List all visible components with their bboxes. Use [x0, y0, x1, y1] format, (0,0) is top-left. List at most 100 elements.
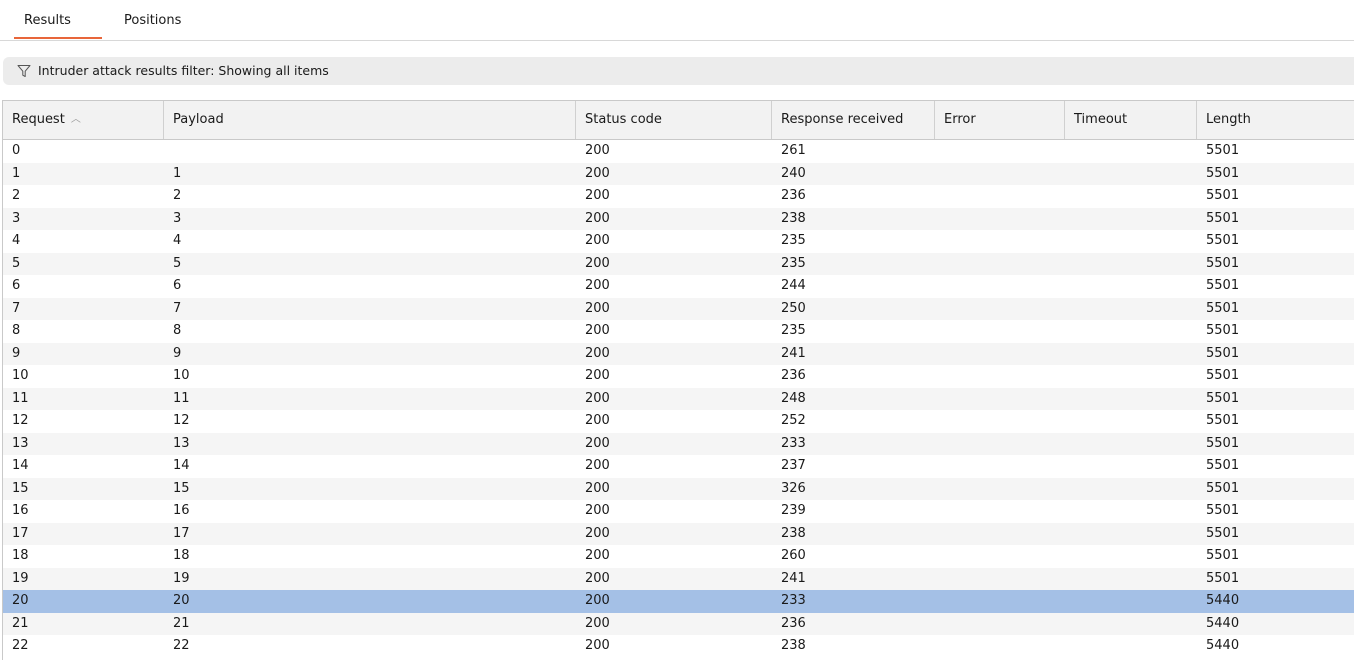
- table-row[interactable]: 3 3 200 238 5501: [3, 207, 1354, 231]
- timeout-cell: [1065, 185, 1197, 208]
- response-received-cell: 252: [781, 413, 806, 428]
- timeout-cell: [1065, 275, 1197, 298]
- table-row[interactable]: 17 17 200 238 5501: [3, 522, 1354, 546]
- status-code-cell: 200: [585, 165, 610, 181]
- request-cell: 7: [12, 300, 21, 316]
- length-cell: 5501: [1206, 413, 1240, 428]
- column-header-timeout[interactable]: Timeout: [1065, 101, 1197, 139]
- timeout-cell: [1065, 433, 1197, 456]
- table-row[interactable]: 15 15 200 326 5501: [3, 477, 1354, 500]
- column-header-label: Error: [944, 112, 976, 127]
- payload-cell: 8: [173, 323, 182, 338]
- payload-cell: 22: [173, 638, 190, 653]
- error-cell: [935, 613, 1065, 636]
- table-row[interactable]: 22 22 200 238 5440: [3, 635, 1354, 658]
- tab-results[interactable]: Results: [14, 13, 102, 39]
- response-received-cell: 240: [781, 165, 806, 181]
- sort-ascending-icon: ︿: [70, 114, 81, 125]
- response-received-cell: 241: [781, 345, 806, 361]
- table-row[interactable]: 2 2 200 236 5501: [3, 185, 1354, 208]
- request-cell: 20: [12, 593, 29, 608]
- response-received-cell: 236: [781, 188, 806, 203]
- response-received-cell: 233: [781, 593, 806, 608]
- tab-positions[interactable]: Positions: [124, 13, 204, 39]
- response-received-cell: 235: [781, 233, 806, 248]
- status-code-cell: 200: [585, 480, 610, 496]
- table-row[interactable]: 7 7 200 250 5501: [3, 297, 1354, 321]
- table-row[interactable]: 9 9 200 241 5501: [3, 342, 1354, 365]
- status-code-cell: 200: [585, 390, 610, 406]
- timeout-cell: [1065, 298, 1197, 321]
- status-code-cell: 200: [585, 593, 610, 608]
- length-cell: 5501: [1206, 390, 1240, 406]
- error-cell: [935, 275, 1065, 298]
- request-cell: 8: [12, 323, 21, 338]
- request-cell: 9: [12, 345, 21, 361]
- response-received-cell: 235: [781, 255, 806, 271]
- error-cell: [935, 208, 1065, 231]
- timeout-cell: [1065, 320, 1197, 343]
- length-cell: 5501: [1206, 300, 1240, 316]
- table-row[interactable]: 8 8 200 235 5501: [3, 320, 1354, 343]
- response-received-cell: 237: [781, 458, 806, 473]
- status-code-cell: 200: [585, 233, 610, 248]
- payload-cell: 7: [173, 300, 182, 316]
- table-row[interactable]: 16 16 200 239 5501: [3, 500, 1354, 523]
- request-cell: 4: [12, 233, 21, 248]
- status-code-cell: 200: [585, 548, 610, 563]
- request-cell: 18: [12, 548, 29, 563]
- error-cell: [935, 230, 1065, 253]
- table-row[interactable]: 5 5 200 235 5501: [3, 252, 1354, 275]
- table-row[interactable]: 18 18 200 260 5501: [3, 545, 1354, 568]
- table-body: 0 200 261 5501 1 1 200 240 5501 2 2 200 236 5501 3 3 200…: [3, 140, 1354, 658]
- timeout-cell: [1065, 230, 1197, 253]
- table-row[interactable]: 19 19 200 241 5501: [3, 567, 1354, 590]
- column-header-error[interactable]: Error: [935, 101, 1065, 139]
- column-header-response-received[interactable]: Response received: [772, 101, 935, 139]
- table-row[interactable]: 6 6 200 244 5501: [3, 275, 1354, 298]
- table-row[interactable]: 13 13 200 233 5501: [3, 432, 1354, 456]
- table-row[interactable]: 10 10 200 236 5501: [3, 365, 1354, 388]
- error-cell: [935, 365, 1065, 388]
- status-code-cell: 200: [585, 368, 610, 383]
- payload-cell: 15: [173, 480, 190, 496]
- status-code-cell: 200: [585, 570, 610, 586]
- column-header-request[interactable]: Request ︿: [3, 101, 164, 139]
- table-row[interactable]: 21 21 200 236 5440: [3, 612, 1354, 636]
- filter-status-text: Intruder attack results filter: Showing …: [38, 63, 329, 78]
- request-cell: 16: [12, 503, 29, 518]
- table-row[interactable]: 11 11 200 248 5501: [3, 387, 1354, 410]
- timeout-cell: [1065, 365, 1197, 388]
- status-code-cell: 200: [585, 413, 610, 428]
- timeout-cell: [1065, 523, 1197, 546]
- table-row[interactable]: 12 12 200 252 5501: [3, 410, 1354, 433]
- timeout-cell: [1065, 613, 1197, 636]
- error-cell: [935, 320, 1065, 343]
- request-cell: 5: [12, 255, 21, 271]
- column-header-label: Payload: [173, 112, 224, 127]
- table-row[interactable]: 4 4 200 235 5501: [3, 230, 1354, 253]
- request-cell: 14: [12, 458, 29, 473]
- request-cell: 2: [12, 188, 21, 203]
- table-row[interactable]: 1 1 200 240 5501: [3, 162, 1354, 185]
- length-cell: 5440: [1206, 593, 1240, 608]
- table-row[interactable]: 0 200 261 5501: [3, 140, 1354, 163]
- payload-cell: 21: [173, 615, 190, 631]
- table-header: Request ︿ Payload Status code Response re…: [3, 101, 1354, 140]
- table-row[interactable]: 20 20 200 233 5440: [3, 590, 1354, 613]
- response-received-cell: 244: [781, 278, 806, 293]
- column-header-status-code[interactable]: Status code: [576, 101, 772, 139]
- timeout-cell: [1065, 635, 1197, 658]
- status-code-cell: 200: [585, 525, 610, 541]
- response-received-cell: 261: [781, 143, 806, 158]
- column-header-length[interactable]: Length: [1197, 101, 1354, 139]
- length-cell: 5501: [1206, 323, 1240, 338]
- column-header-payload[interactable]: Payload: [164, 101, 576, 139]
- table-row[interactable]: 14 14 200 237 5501: [3, 455, 1354, 478]
- length-cell: 5501: [1206, 233, 1240, 248]
- column-header-label: Response received: [781, 112, 904, 127]
- timeout-cell: [1065, 545, 1197, 568]
- length-cell: 5501: [1206, 345, 1240, 361]
- results-filter-bar[interactable]: Intruder attack results filter: Showing …: [3, 57, 1354, 85]
- length-cell: 5501: [1206, 458, 1240, 473]
